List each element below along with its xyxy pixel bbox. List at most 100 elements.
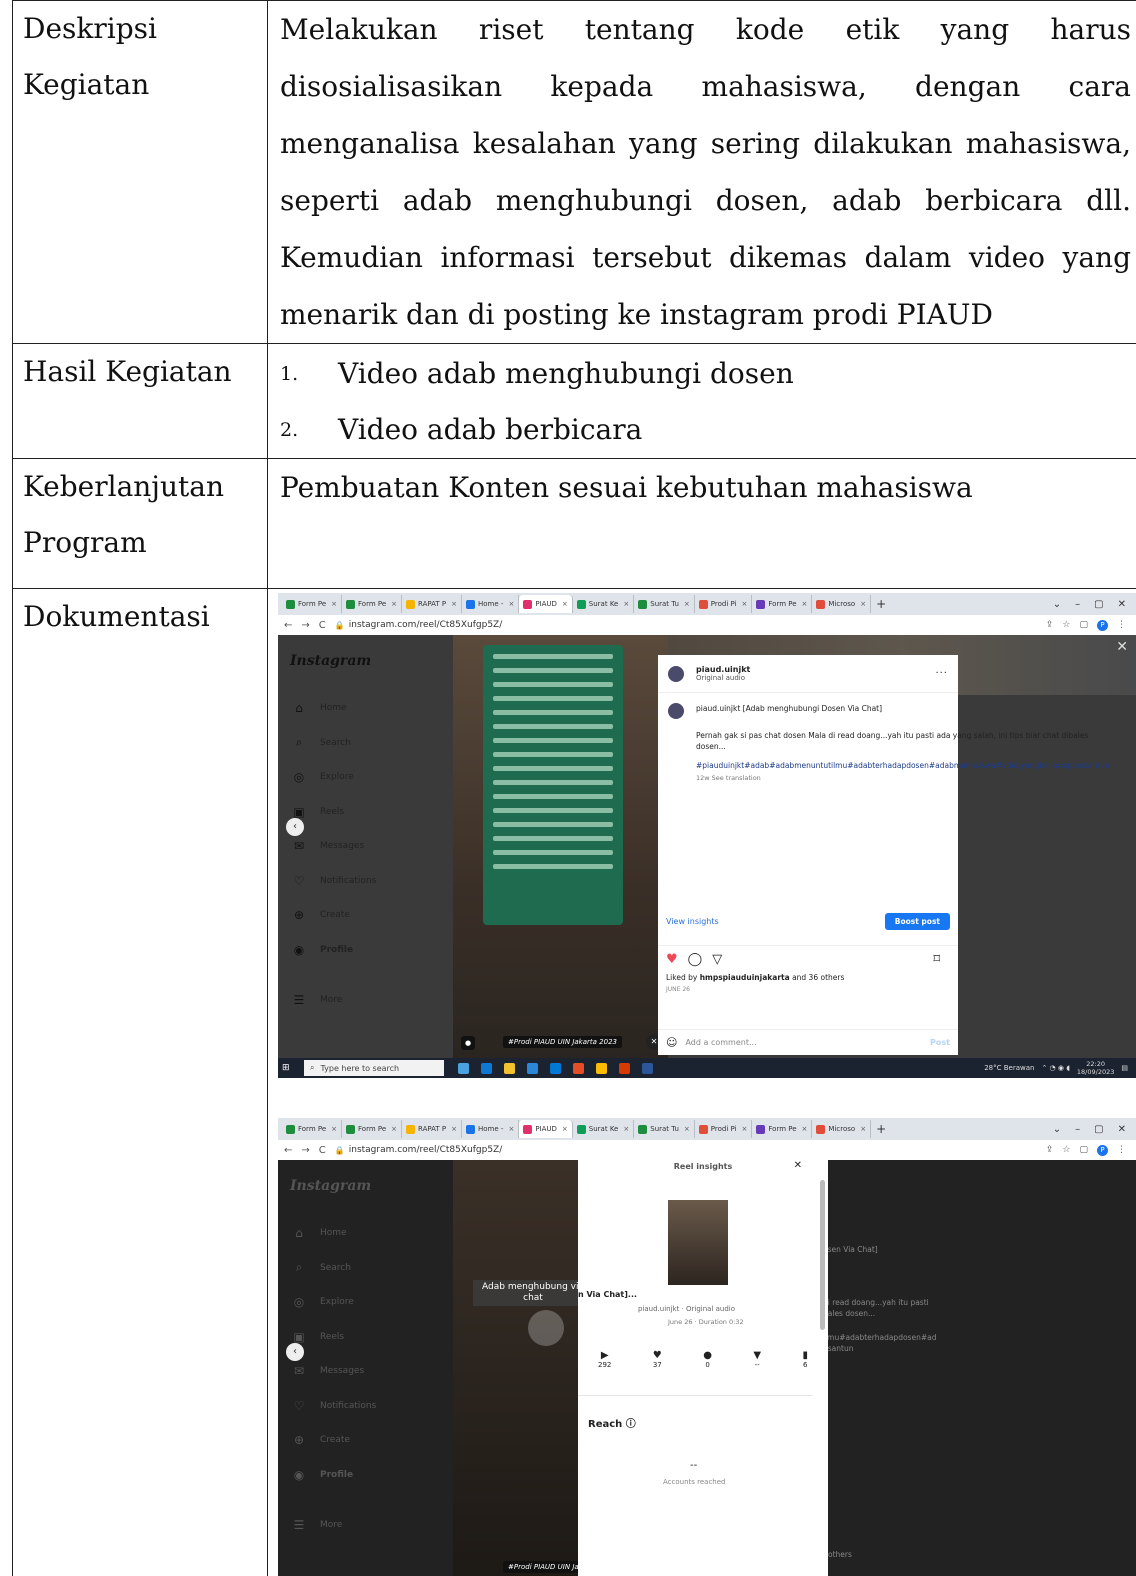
comment-input[interactable]: Add a comment... [685,1038,756,1047]
sidebar-item-explore[interactable]: ◎ Explore [290,760,438,795]
info-icon[interactable]: ⓘ [626,1419,636,1430]
new-tab-button[interactable]: + [871,1122,891,1136]
sidebar-item-more[interactable]: ☰ More [290,983,438,1018]
more-options-icon[interactable]: ··· [935,668,948,679]
menu-icon[interactable]: ⋮ [1117,620,1126,630]
browser-tab[interactable]: Form Pe × [282,1120,343,1138]
tab-close-icon[interactable]: × [623,1125,629,1133]
tab-close-icon[interactable]: × [684,600,690,608]
reel-video[interactable]: #Prodi PIAUD UIN Jakarta 2023 ● ✕ [453,635,668,1058]
taskbar-search[interactable]: ⌕ Type here to search [304,1060,444,1076]
browser-tab[interactable]: Form Pe × [342,595,403,613]
sidebar-item-reels[interactable]: ▣ Reels [290,795,438,830]
tab-close-icon[interactable]: × [860,1125,866,1133]
taskview-icon[interactable] [458,1062,469,1074]
restore-icon[interactable]: ▢ [1094,1124,1103,1135]
restore-icon[interactable]: ▢ [1094,599,1103,610]
browser-tab[interactable]: Surat Ke × [573,1120,635,1138]
modal-scrollbar[interactable] [820,1180,825,1330]
powerpoint-icon[interactable] [619,1062,630,1074]
browser-tab[interactable]: Home - × [462,595,520,613]
browser-tab[interactable]: PIAUD × [519,595,573,613]
play-icon[interactable] [528,1310,564,1346]
browser-tab[interactable]: Prodi Pi × [695,1120,753,1138]
browser-tab[interactable]: Surat Tu × [634,1120,695,1138]
sidepanel-icon[interactable]: ▢ [1079,1145,1088,1155]
back-icon[interactable]: ← [284,620,292,631]
windows-start-icon[interactable]: ⊞ [282,1063,296,1073]
forward-icon[interactable]: → [301,620,309,631]
back-icon[interactable]: ← [284,1145,292,1156]
sidebar-item-reels[interactable]: ▣ Reels [290,1320,438,1355]
sidebar-item-search[interactable]: ⌕ Search [290,1251,438,1286]
close-icon[interactable]: ✕ [1118,1124,1126,1135]
tab-close-icon[interactable]: × [391,1125,397,1133]
explorer-icon[interactable] [504,1062,515,1074]
sidebar-item-profile[interactable]: ◉ Profile [290,933,438,968]
menu-icon[interactable]: ⋮ [1117,1145,1126,1155]
sidebar-item-messages[interactable]: ✉ Messages [290,829,438,864]
browser-tab[interactable]: RAPAT P × [402,1120,463,1138]
sidebar-item-search[interactable]: ⌕ Search [290,726,438,761]
tab-close-icon[interactable]: × [623,600,629,608]
browser-tab[interactable]: Form Pe × [282,595,343,613]
tab-close-icon[interactable]: × [562,600,568,608]
sidebar-item-explore[interactable]: ◎ Explore [290,1285,438,1320]
new-tab-button[interactable]: + [871,597,891,611]
tab-close-icon[interactable]: × [391,600,397,608]
reload-icon[interactable]: C [319,1145,326,1156]
sidebar-item-notifications[interactable]: ♡ Notifications [290,864,438,899]
tab-close-icon[interactable]: × [331,1125,337,1133]
likes-summary[interactable]: Liked by hmpspiauduinjakarta and 36 othe… [666,973,844,982]
previous-icon[interactable]: ‹ [286,818,304,836]
url-text[interactable]: instagram.com/reel/Ct85Xufgp5Z/ [349,620,503,630]
minimize-icon[interactable]: – [1075,1124,1080,1135]
post-audio[interactable]: Original audio [696,674,750,682]
forward-icon[interactable]: → [301,1145,309,1156]
previous-icon[interactable]: ‹ [286,1343,304,1361]
browser-tab[interactable]: Microso × [812,595,872,613]
tab-close-icon[interactable]: × [451,600,457,608]
star-icon[interactable]: ☆ [1062,1145,1070,1155]
avatar[interactable] [668,703,684,719]
browser-tab[interactable]: Surat Ke × [573,595,635,613]
clock[interactable]: 22:20 18/09/2023 [1077,1060,1114,1076]
tab-close-icon[interactable]: × [684,1125,690,1133]
share-icon[interactable]: ▽ [712,952,722,967]
sidepanel-icon[interactable]: ▢ [1079,620,1088,630]
browser-tab[interactable]: Form Pe × [752,595,813,613]
sidebar-item-home[interactable]: ⌂ Home [290,1216,438,1251]
caption-meta[interactable]: 12w See translation [696,773,1110,784]
like-icon[interactable]: ♥ [666,952,678,967]
modal-audio[interactable]: piaud.uinjkt · Original audio [638,1305,735,1313]
close-icon[interactable]: ✕ [1116,639,1128,655]
tab-close-icon[interactable]: × [802,600,808,608]
tab-close-icon[interactable]: × [508,1125,514,1133]
sidebar-item-create[interactable]: ⊕ Create [290,1423,438,1458]
chrome-icon[interactable] [596,1062,607,1074]
browser-tab[interactable]: Form Pe × [752,1120,813,1138]
post-comment-button[interactable]: Post [930,1038,950,1047]
chevron-down-icon[interactable]: ⌄ [1053,1124,1061,1135]
edge-icon[interactable] [481,1062,492,1074]
profile-avatar[interactable]: P [1097,619,1108,631]
tab-close-icon[interactable]: × [508,600,514,608]
browser-tab[interactable]: Form Pe × [342,1120,403,1138]
sidebar-item-more[interactable]: ☰ More [290,1508,438,1543]
sidebar-item-home[interactable]: ⌂ Home [290,691,438,726]
tab-close-icon[interactable]: × [802,1125,808,1133]
boost-post-button[interactable]: Boost post [884,913,950,930]
browser-tab[interactable]: Surat Tu × [634,595,695,613]
share-icon[interactable]: ⇪ [1046,620,1054,630]
url-text[interactable]: instagram.com/reel/Ct85Xufgp5Z/ [349,1145,503,1155]
user-icon[interactable]: ● [461,1036,475,1050]
post-username[interactable]: piaud.uinjkt [696,665,750,674]
tab-close-icon[interactable]: × [331,600,337,608]
weather-text[interactable]: 28°C Berawan [984,1064,1034,1072]
mail-icon[interactable] [550,1062,561,1074]
browser-tab[interactable]: Home - × [462,1120,520,1138]
tab-close-icon[interactable]: × [742,1125,748,1133]
tab-close-icon[interactable]: × [562,1125,568,1133]
sidebar-item-messages[interactable]: ✉ Messages [290,1354,438,1389]
close-icon[interactable]: ✕ [1118,599,1126,610]
